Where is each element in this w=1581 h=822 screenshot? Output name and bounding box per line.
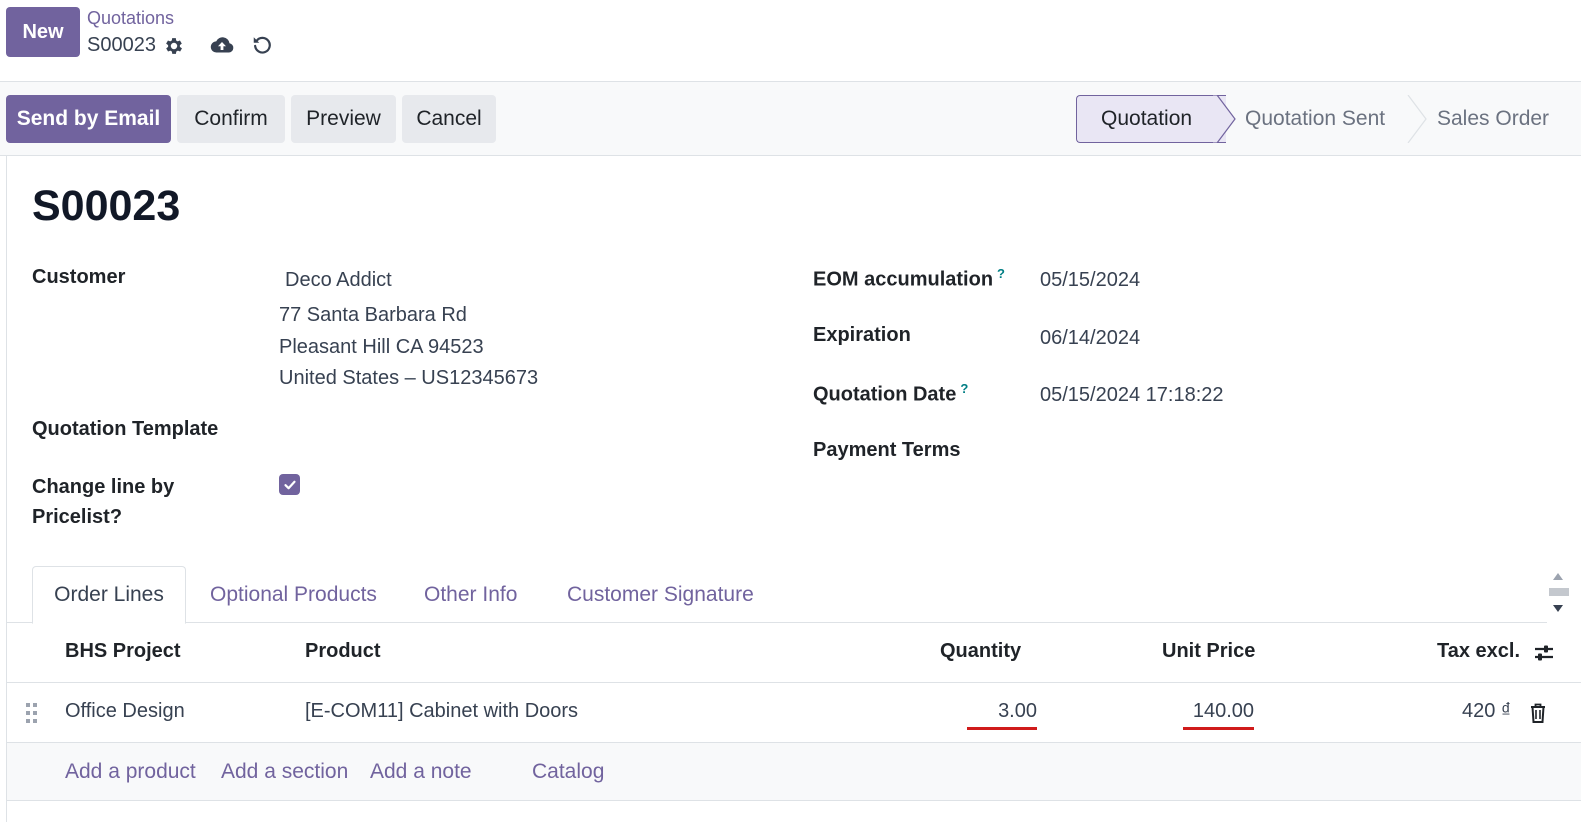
help-tooltip-icon[interactable]: ? [997,266,1005,281]
stage-divider [1407,95,1427,143]
cell-tax-excl: 420 ₫ [1462,700,1512,722]
eom-accumulation-field[interactable]: 05/15/2024 [1040,269,1140,292]
record-title: S00023 [32,182,181,230]
form-sheet: S00023 Customer Deco Addict 77 Santa Bar… [6,156,1581,822]
column-header-quantity[interactable]: Quantity [940,640,1021,663]
stage-quotation[interactable]: Quotation [1076,95,1226,143]
customer-field[interactable]: Deco Addict [285,269,392,292]
tab-optional-products[interactable]: Optional Products [210,566,377,623]
gear-icon[interactable] [163,35,185,57]
optional-columns-icon[interactable] [1533,642,1555,664]
discard-changes-icon[interactable] [251,34,273,56]
table-row[interactable]: Office Design [E-COM11] Cabinet with Doo… [7,683,1581,743]
quotation-date-field[interactable]: 05/15/2024 17:18:22 [1040,384,1224,407]
tab-other-info[interactable]: Other Info [424,566,517,623]
cell-product[interactable]: [E-COM11] Cabinet with Doors [305,700,578,723]
eom-label-text: EOM accumulation [813,268,994,291]
cell-unit-price[interactable]: 140.00 [1183,700,1254,730]
add-section-link[interactable]: Add a section [221,760,348,784]
customer-label: Customer [32,266,126,288]
quotation-date-label: Quotation Date? [813,381,968,407]
expiration-label: Expiration [813,324,911,346]
checkmark-icon [283,480,296,489]
add-note-link[interactable]: Add a note [370,760,472,784]
stage-sales-order[interactable]: Sales Order [1437,95,1549,143]
change-line-label-line1: Change line by [32,476,175,498]
preview-button[interactable]: Preview [291,95,396,143]
column-header-product[interactable]: Product [305,640,381,663]
breadcrumb-current-record: S00023 [87,34,156,56]
stage-quotation-sent[interactable]: Quotation Sent [1245,95,1385,143]
quotation-template-label: Quotation Template [32,418,219,440]
change-line-checkbox[interactable] [279,474,300,495]
column-header-unit-price[interactable]: Unit Price [1162,640,1255,663]
send-by-email-button[interactable]: Send by Email [6,95,171,143]
catalog-link[interactable]: Catalog [532,760,604,784]
order-lines-header: BHS Project Product Quantity Unit Price … [7,623,1581,683]
cell-quantity[interactable]: 3.00 [967,700,1037,730]
address-line-1: 77 Santa Barbara Rd [279,304,467,326]
breadcrumb-quotations[interactable]: Quotations [87,8,174,29]
control-panel: New Quotations S00023 [0,0,1581,82]
address-line-2: Pleasant Hill CA 94523 [279,336,484,358]
cancel-button[interactable]: Cancel [402,95,496,143]
help-tooltip-icon[interactable]: ? [960,381,968,396]
confirm-button[interactable]: Confirm [177,95,285,143]
form-statusbar: Send by Email Confirm Preview Cancel Quo… [0,82,1581,156]
address-line-3: United States – US12345673 [279,367,539,389]
eom-accumulation-label: EOM accumulation? [813,266,1005,292]
payment-terms-label: Payment Terms [813,439,961,461]
drag-handle-icon[interactable] [25,702,39,724]
change-line-label-line2: Pricelist? [32,506,123,528]
tabs-scrollbar[interactable] [1547,566,1569,622]
tab-order-lines[interactable]: Order Lines [32,566,186,624]
status-pipeline: Quotation Quotation Sent Sales Order [1076,95,1581,143]
stage-arrow-active [1213,95,1236,143]
add-line-row: Add a product Add a section Add a note C… [7,743,1581,801]
column-header-project[interactable]: BHS Project [65,640,181,663]
tab-customer-signature[interactable]: Customer Signature [567,566,754,623]
new-button[interactable]: New [6,7,80,57]
notebook-tabs: Order Lines Optional Products Other Info… [7,566,1547,624]
expiration-field[interactable]: 06/14/2024 [1040,327,1140,350]
column-header-tax-excl[interactable]: Tax excl. [1437,640,1520,663]
cloud-upload-icon[interactable] [209,33,235,57]
quotation-date-label-text: Quotation Date [813,383,957,406]
cell-project[interactable]: Office Design [65,700,185,723]
add-product-link[interactable]: Add a product [65,760,196,784]
trash-icon[interactable] [1529,702,1547,724]
